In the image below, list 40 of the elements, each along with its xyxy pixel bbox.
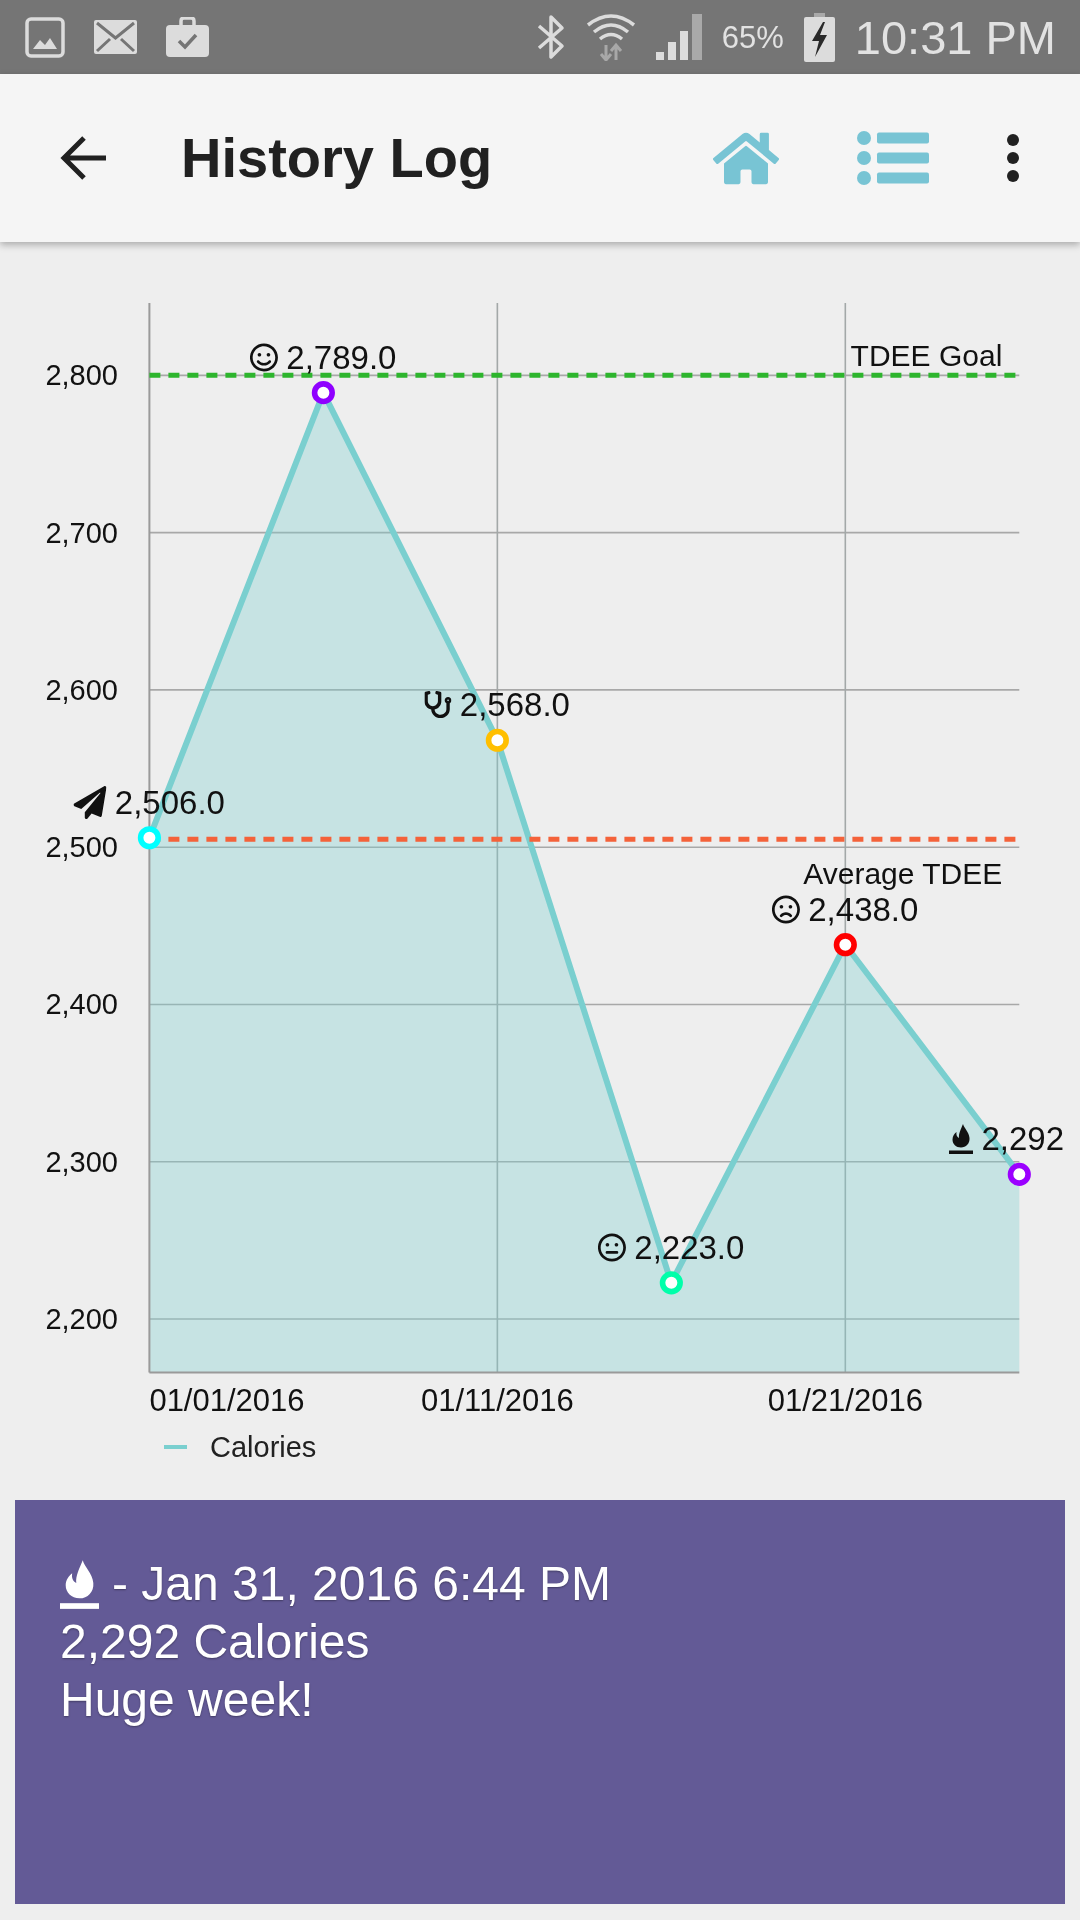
entry-note: Huge week! [60, 1672, 314, 1728]
calorie-count: 2,292 Calories [60, 1614, 370, 1670]
signal-icon [655, 14, 702, 60]
value-label: 2,292 [981, 1122, 1064, 1156]
value-label: 2,568.0 [459, 688, 570, 722]
legend-label: Calories [210, 1432, 317, 1462]
flame-icon [60, 1559, 99, 1609]
flame-icon [949, 1123, 974, 1154]
more-options-icon[interactable] [1007, 134, 1019, 182]
bluetooth-icon [535, 14, 566, 60]
y-axis-label: 2,400 [45, 988, 118, 1021]
value-label: 2,506.0 [114, 785, 225, 819]
value-label: 2,438.0 [808, 892, 919, 926]
battery-percent: 65% [721, 21, 784, 53]
frowning-face-icon [772, 894, 801, 924]
paper-plane-icon [73, 785, 107, 819]
smiley-face-icon [250, 342, 279, 372]
back-icon[interactable] [60, 135, 108, 181]
battery-charging-icon [803, 12, 835, 62]
entry-timestamp: - Jan 31, 2016 6:44 PM [112, 1556, 611, 1612]
limit-line-label: Average TDEE [803, 857, 1003, 891]
briefcase-icon [166, 17, 209, 57]
x-axis-label: 01/11/2016 [420, 1383, 574, 1418]
image-icon [25, 16, 65, 58]
y-axis-label: 2,700 [45, 516, 118, 549]
limit-line-label: TDEE Goal [850, 339, 1003, 373]
value-label: 2,223.0 [634, 1230, 745, 1264]
clock-time: 10:31 PM [854, 13, 1056, 61]
y-axis-label: 2,600 [45, 673, 118, 706]
y-axis-label: 2,300 [45, 1145, 118, 1178]
wifi-icon [585, 13, 636, 61]
y-axis-label: 2,200 [45, 1303, 118, 1336]
value-label: 2,789.0 [286, 340, 397, 374]
neutral-face-icon [598, 1232, 627, 1262]
x-axis-label: 01/01/2016 [149, 1383, 305, 1418]
x-axis-label: 01/21/2016 [767, 1383, 923, 1418]
y-axis-label: 2,500 [45, 831, 118, 864]
mail-icon [94, 20, 137, 54]
stethoscope-icon [424, 691, 452, 719]
y-axis-label: 2,800 [45, 359, 118, 392]
